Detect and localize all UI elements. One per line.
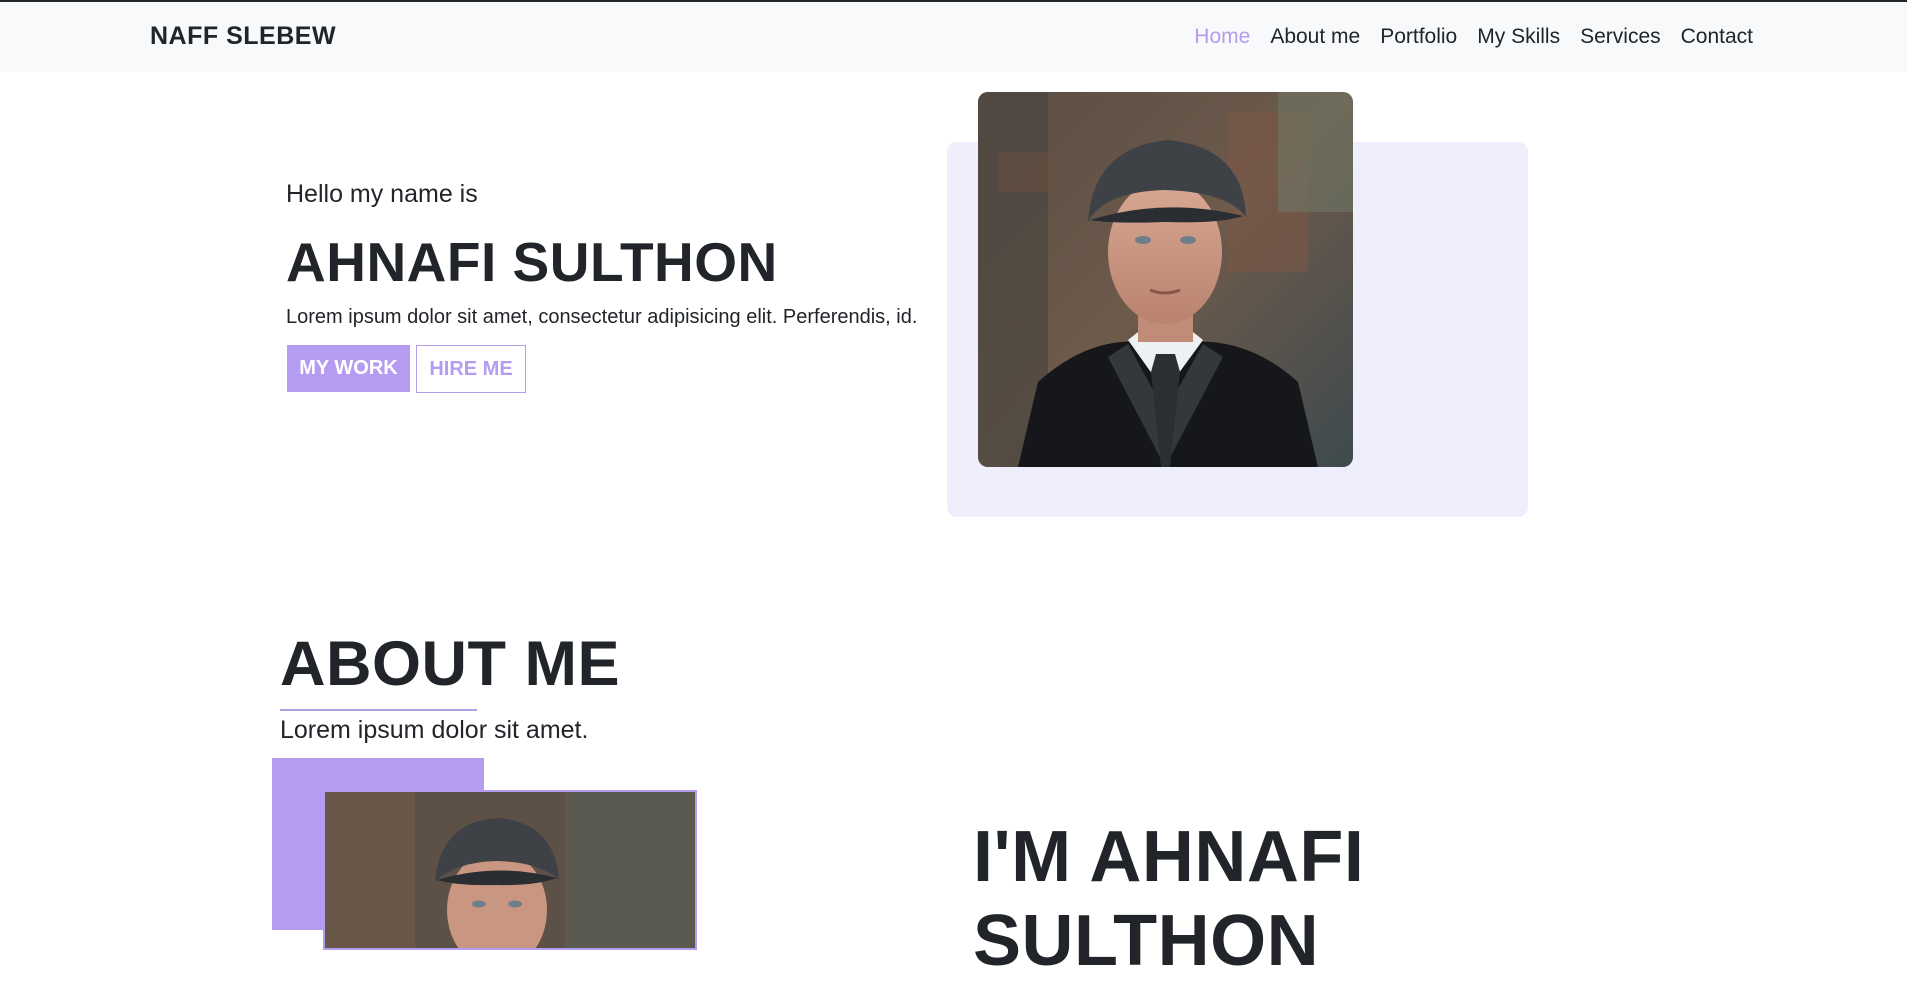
hero-portrait <box>978 92 1353 467</box>
about-subtitle: Lorem ipsum dolor sit amet. <box>280 716 589 744</box>
nav-links: Home About me Portfolio My Skills Servic… <box>1194 25 1753 49</box>
my-work-button[interactable]: MY WORK <box>287 345 410 392</box>
nav-link-portfolio[interactable]: Portfolio <box>1380 25 1457 49</box>
about-title-underline <box>280 709 477 711</box>
brand-logo[interactable]: NAFF SLEBEW <box>150 22 336 51</box>
nav-link-home[interactable]: Home <box>1194 25 1250 49</box>
nav-link-about[interactable]: About me <box>1270 25 1360 49</box>
about-heading: I'M AHNAFI SULTHON <box>973 817 1365 981</box>
hire-me-button[interactable]: HIRE ME <box>416 345 526 393</box>
nav-link-contact[interactable]: Contact <box>1681 25 1753 49</box>
hero-greeting: Hello my name is <box>286 180 478 208</box>
nav-link-services[interactable]: Services <box>1580 25 1661 49</box>
about-title: ABOUT ME <box>280 629 620 699</box>
hero-description: Lorem ipsum dolor sit amet, consectetur … <box>286 306 918 328</box>
about-portrait <box>323 790 697 950</box>
nav-link-skills[interactable]: My Skills <box>1477 25 1560 49</box>
hero-name: AHNAFI SULTHON <box>286 231 778 293</box>
navbar: NAFF SLEBEW Home About me Portfolio My S… <box>0 2 1907 72</box>
